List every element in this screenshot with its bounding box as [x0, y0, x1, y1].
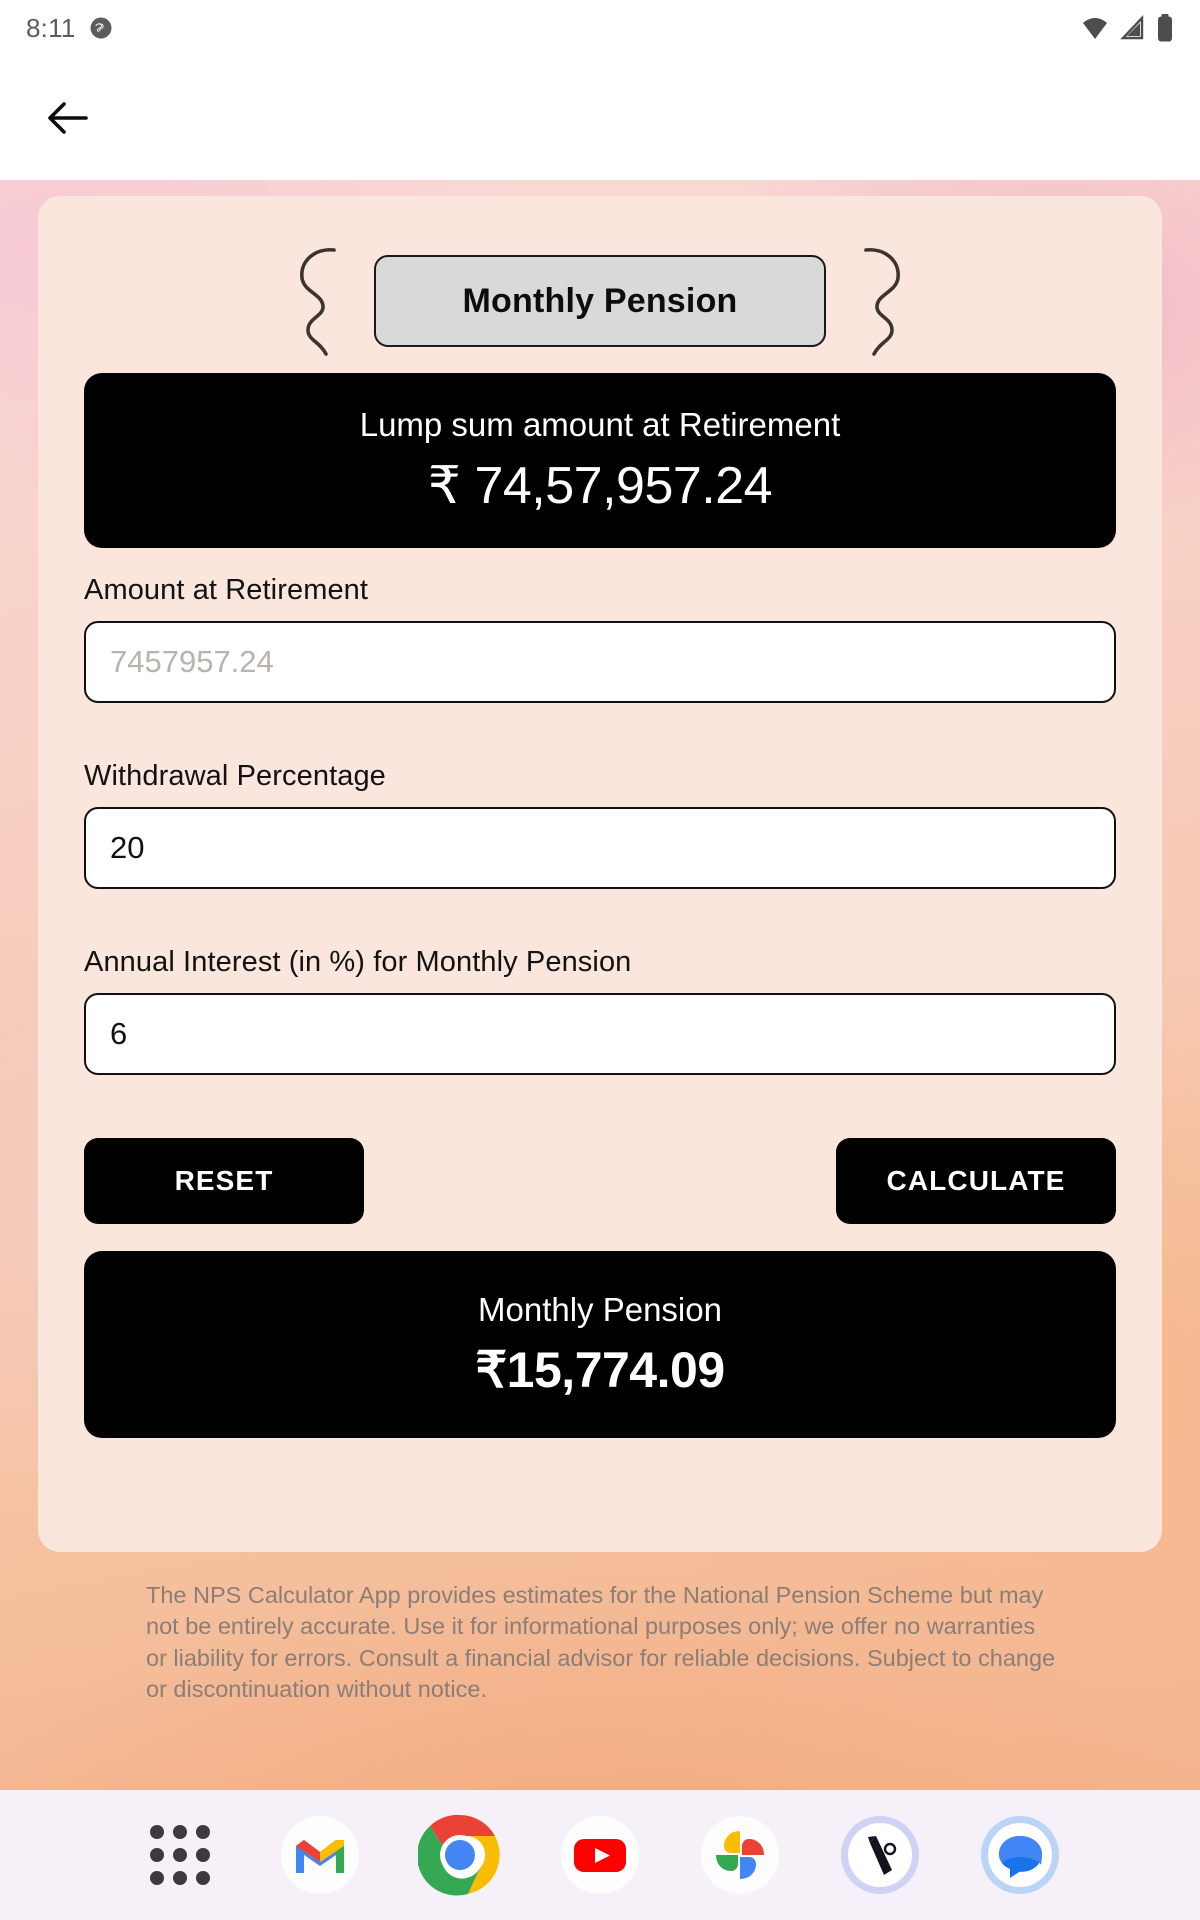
field-withdrawal-percentage: Withdrawal Percentage [84, 760, 1116, 889]
action-button-row: RESET CALCULATE [84, 1138, 1116, 1224]
reset-button[interactable]: RESET [84, 1138, 364, 1224]
gmail-glyph [281, 1816, 359, 1894]
status-bar-right [1080, 13, 1174, 43]
google-photos-icon[interactable] [698, 1813, 782, 1897]
calculate-button[interactable]: CALCULATE [836, 1138, 1116, 1224]
calculator-card: Monthly Pension Lump sum amount at Retir… [38, 196, 1162, 1552]
google-messages-icon[interactable] [978, 1813, 1062, 1897]
amount-at-retirement-input[interactable] [84, 621, 1116, 703]
status-bar-clock: 8:11 [26, 12, 76, 43]
gmail-icon[interactable] [278, 1813, 362, 1897]
cellular-signal-icon [1120, 14, 1144, 40]
status-bar: 8:11 [0, 0, 1200, 56]
screen-title-row: Monthly Pension [38, 236, 1162, 366]
squiggle-right-icon [864, 248, 900, 356]
app-drawer-grid [150, 1825, 210, 1885]
battery-icon [1158, 14, 1172, 42]
chrome-icon[interactable] [418, 1813, 502, 1897]
annual-interest-label: Annual Interest (in %) for Monthly Pensi… [84, 946, 632, 978]
screen-title-chip: Monthly Pension [374, 255, 826, 347]
disclaimer-text: The NPS Calculator App provides estimate… [146, 1582, 1056, 1702]
lump-sum-label: Lump sum amount at Retirement [359, 405, 841, 443]
drawer-dot [196, 1871, 210, 1885]
dock [0, 1790, 1200, 1920]
lump-sum-result-card: Lump sum amount at Retirement ₹ 74,57,95… [84, 373, 1116, 548]
chrome-glyph [418, 1814, 500, 1896]
squiggle-left-icon [300, 248, 336, 356]
drawer-dot [150, 1871, 164, 1885]
withdrawal-percentage-label: Withdrawal Percentage [84, 760, 386, 792]
drawer-dot [196, 1848, 210, 1862]
monthly-pension-label: Monthly Pension [478, 1290, 722, 1328]
amount-at-retirement-label: Amount at Retirement [84, 574, 369, 606]
monthly-pension-value: ₹15,774.09 [475, 1341, 725, 1398]
youtube-icon[interactable] [558, 1813, 642, 1897]
device-setup-icon[interactable] [838, 1813, 922, 1897]
monthly-pension-result-card: Monthly Pension ₹15,774.09 [84, 1251, 1116, 1438]
switch-to-android-glyph [841, 1816, 919, 1894]
lump-sum-value: ₹ 74,57,957.24 [427, 456, 773, 515]
app-bar [0, 56, 1200, 180]
drawer-dot [150, 1848, 164, 1862]
wifi-icon [1083, 18, 1107, 39]
drawer-dot [173, 1825, 187, 1839]
drawer-dot [173, 1871, 187, 1885]
google-photos-glyph [701, 1816, 779, 1894]
annual-interest-input[interactable] [84, 993, 1116, 1075]
withdrawal-percentage-input[interactable] [84, 807, 1116, 889]
chat-bubble-icon [90, 17, 112, 39]
page-title: Monthly Pension [462, 281, 738, 320]
arrow-left-icon [48, 102, 88, 134]
app-content: Monthly Pension Lump sum amount at Retir… [0, 180, 1200, 1740]
field-amount-at-retirement: Amount at Retirement [84, 574, 1116, 703]
drawer-dot [173, 1848, 187, 1862]
field-annual-interest: Annual Interest (in %) for Monthly Pensi… [84, 946, 1116, 1075]
back-button[interactable] [30, 80, 106, 156]
status-bar-left: 8:11 [26, 13, 113, 44]
app-drawer-icon[interactable] [138, 1813, 222, 1897]
google-messages-glyph [981, 1816, 1059, 1894]
youtube-glyph [561, 1816, 639, 1894]
drawer-dot [150, 1825, 164, 1839]
drawer-dot [196, 1825, 210, 1839]
